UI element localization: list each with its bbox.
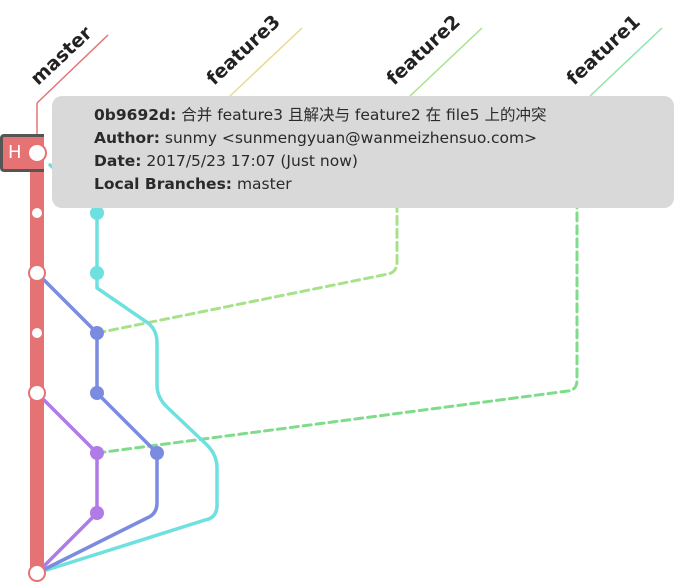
commit-node[interactable] <box>28 384 46 402</box>
tooltip-date-row: Date: 2017/5/23 17:07 (Just now) <box>94 150 664 173</box>
commit-node[interactable] <box>28 264 46 282</box>
head-commit-node[interactable] <box>27 143 47 163</box>
date-value: 2017/5/23 17:07 (Just now) <box>146 152 358 170</box>
commit-message: 合并 feature3 且解决与 feature2 在 file5 上的冲突 <box>181 106 547 124</box>
author-key: Author: <box>94 129 160 147</box>
commit-node[interactable] <box>150 446 164 460</box>
tooltip-commit-row: 0b9692d: 合并 feature3 且解决与 feature2 在 fil… <box>94 104 664 127</box>
branch-label-feature2[interactable]: feature2 <box>382 11 464 90</box>
commit-node[interactable] <box>90 506 104 520</box>
commit-node[interactable] <box>90 326 104 340</box>
commit-node[interactable] <box>28 564 46 582</box>
commit-hash: 0b9692d: <box>94 106 177 124</box>
author-value: sunmy <sunmengyuan@wanmeizhensuo.com> <box>164 129 538 147</box>
local-branches-key: Local Branches: <box>94 175 232 193</box>
commit-node[interactable] <box>90 446 104 460</box>
commit-node[interactable] <box>32 208 42 218</box>
commit-node[interactable] <box>90 266 104 280</box>
commit-graph-svg: master feature3 feature2 feature1 <box>26 11 663 582</box>
head-badge-label: H <box>8 142 22 163</box>
branch-label-feature1[interactable]: feature1 <box>562 11 644 90</box>
tooltip-branches-row: Local Branches: master <box>94 173 664 196</box>
commit-tooltip: 0b9692d: 合并 feature3 且解决与 feature2 在 fil… <box>52 96 674 208</box>
edge-feature1-dashed <box>95 193 579 455</box>
date-key: Date: <box>94 152 142 170</box>
graph-edges <box>30 146 579 580</box>
commit-node[interactable] <box>90 386 104 400</box>
edge-feature2-dashed <box>95 193 399 335</box>
tooltip-author-row: Author: sunmy <sunmengyuan@wanmeizhensuo… <box>94 127 664 150</box>
commit-node[interactable] <box>90 206 104 220</box>
branch-label-feature3[interactable]: feature3 <box>202 11 284 90</box>
local-branches-value: master <box>236 175 292 193</box>
commit-node[interactable] <box>32 328 42 338</box>
commit-graph: master feature3 feature2 feature1 <box>0 0 674 584</box>
